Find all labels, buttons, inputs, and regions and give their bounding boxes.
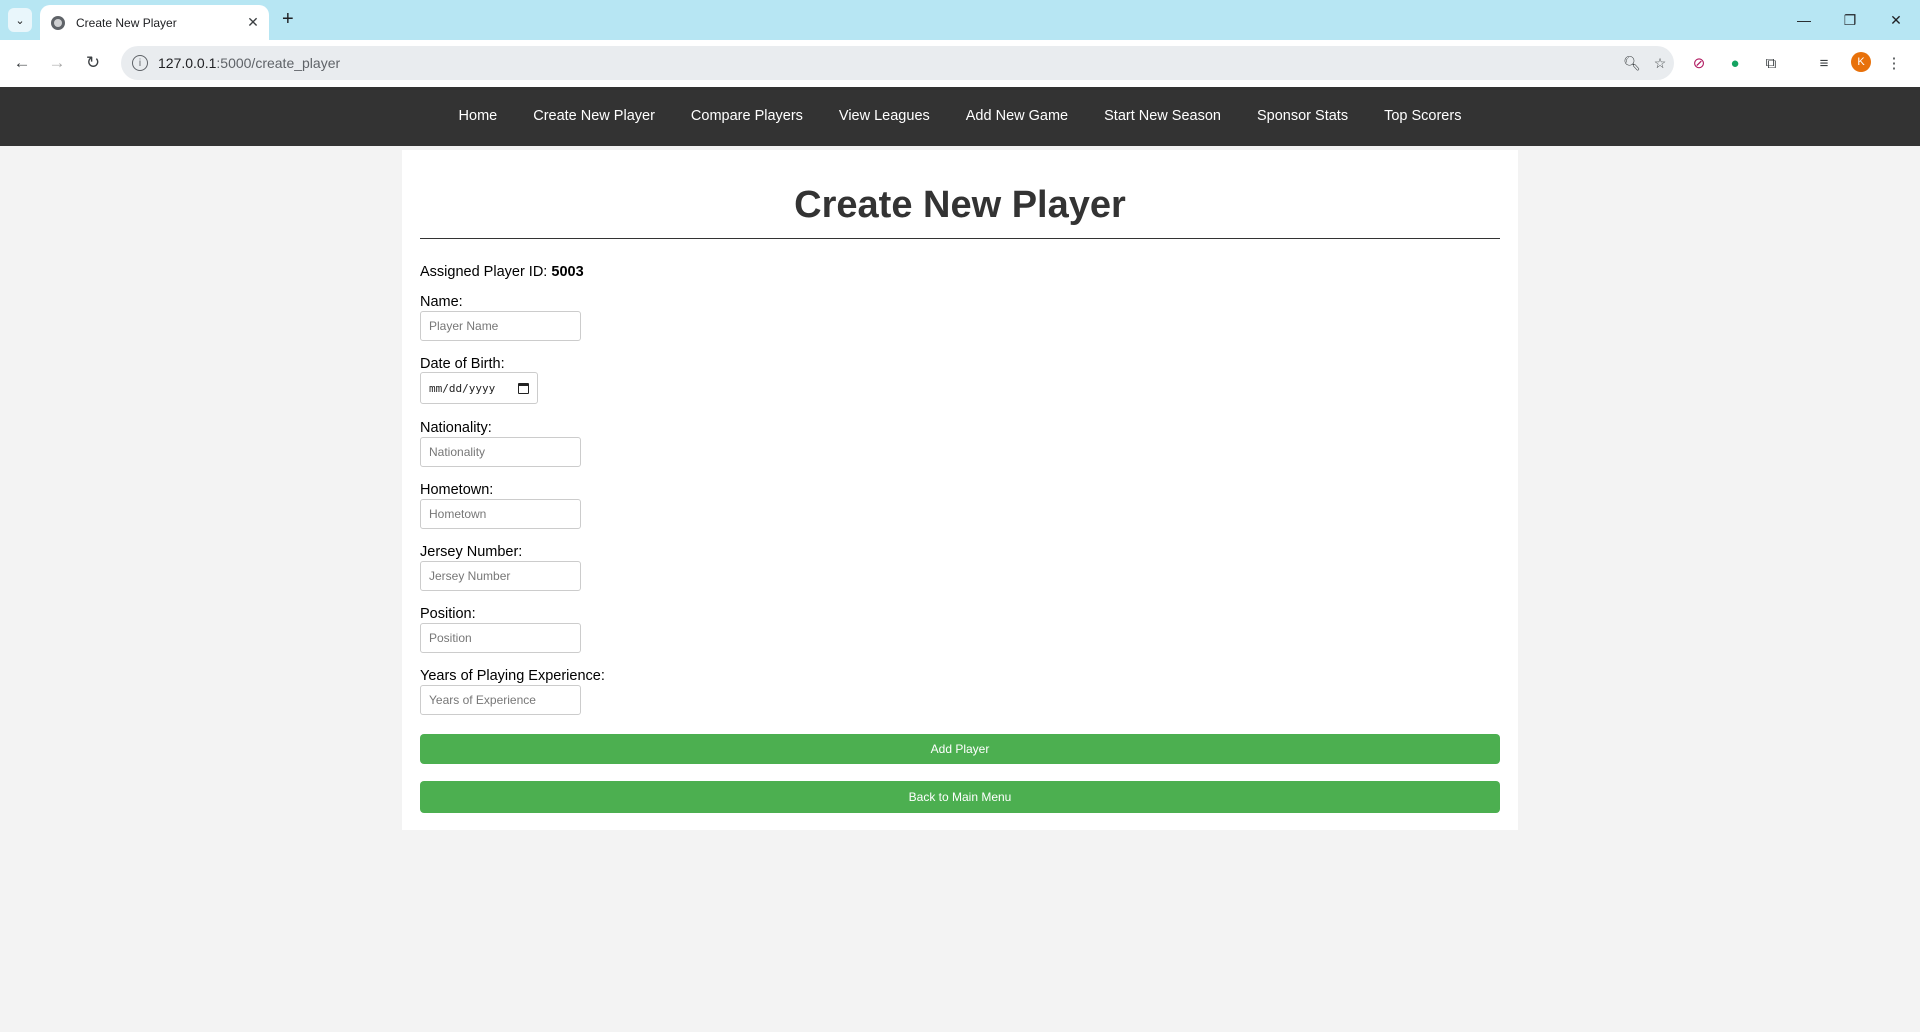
nav-start-new-season[interactable]: Start New Season [1086, 87, 1239, 146]
nav-view-leagues[interactable]: View Leagues [821, 87, 948, 146]
tab-title: Create New Player [76, 15, 177, 30]
grammarly-extension-icon[interactable]: ● [1724, 52, 1746, 74]
browser-toolbar: ← → ↻ i 127.0.0.1:5000/create_player 🔍︎ … [0, 40, 1920, 88]
extensions-puzzle-icon[interactable]: ⧉ [1760, 52, 1782, 74]
reload-icon[interactable]: ↻ [82, 52, 104, 74]
page-title: Create New Player [794, 184, 1126, 226]
tab-list-chevron-icon[interactable]: ⌄ [8, 8, 32, 32]
new-tab-icon[interactable]: + [282, 9, 294, 29]
experience-field[interactable] [420, 685, 581, 715]
globe-icon [51, 15, 65, 30]
nationality-field[interactable] [420, 437, 581, 467]
nav-compare-players[interactable]: Compare Players [673, 87, 821, 146]
assigned-player-id: Assigned Player ID: 5003 [420, 264, 584, 280]
dob-placeholder: mm/dd/yyyy [429, 381, 496, 395]
dob-field[interactable]: mm/dd/yyyy [420, 372, 538, 404]
form-container: Create New Player Assigned Player ID: 50… [402, 150, 1518, 830]
jersey-number-label: Jersey Number: [420, 544, 523, 560]
assigned-id-label: Assigned Player ID: [420, 264, 548, 280]
jersey-number-field[interactable] [420, 561, 581, 591]
blocker-extension-icon[interactable]: ⊘ [1688, 52, 1710, 74]
nav-sponsor-stats[interactable]: Sponsor Stats [1239, 87, 1366, 146]
profile-avatar[interactable]: K [1851, 52, 1871, 72]
nav-add-new-game[interactable]: Add New Game [948, 87, 1086, 146]
nationality-label: Nationality: [420, 420, 492, 436]
back-arrow-icon[interactable]: ← [11, 52, 33, 74]
bookmark-star-icon[interactable]: ☆ [1646, 55, 1674, 72]
assigned-id-value: 5003 [551, 264, 584, 280]
url-path: :5000/create_player [216, 55, 341, 71]
title-divider [420, 238, 1500, 239]
position-label: Position: [420, 606, 476, 622]
nav-top-scorers[interactable]: Top Scorers [1366, 87, 1479, 146]
add-player-button[interactable]: Add Player [420, 734, 1500, 764]
minimize-icon[interactable]: — [1780, 0, 1828, 40]
nav-create-new-player[interactable]: Create New Player [515, 87, 673, 146]
calendar-icon[interactable] [518, 382, 529, 394]
restore-icon[interactable]: ❐ [1826, 0, 1874, 40]
browser-menu-icon[interactable]: ⋮ [1883, 52, 1905, 74]
name-label: Name: [420, 294, 463, 310]
forward-arrow-icon[interactable]: → [46, 52, 68, 74]
url-host: 127.0.0.1 [158, 55, 217, 71]
address-bar[interactable]: i 127.0.0.1:5000/create_player 🔍︎ ☆ [121, 46, 1674, 80]
media-control-icon[interactable]: ≡ [1813, 52, 1835, 74]
zoom-icon[interactable]: 🔍︎ [1618, 55, 1646, 72]
site-info-icon[interactable]: i [132, 55, 148, 71]
experience-label: Years of Playing Experience: [420, 668, 605, 684]
url-text[interactable]: 127.0.0.1:5000/create_player [158, 55, 1618, 71]
name-field[interactable] [420, 311, 581, 341]
close-tab-icon[interactable]: ✕ [243, 14, 263, 31]
site-navbar: Home Create New Player Compare Players V… [0, 87, 1920, 146]
browser-tab[interactable]: Create New Player ✕ [40, 5, 269, 40]
window-close-icon[interactable]: ✕ [1872, 0, 1920, 40]
nav-home[interactable]: Home [441, 87, 516, 146]
hometown-label: Hometown: [420, 482, 494, 498]
hometown-field[interactable] [420, 499, 581, 529]
browser-tab-strip: ⌄ Create New Player ✕ + — ❐ ✕ [0, 0, 1920, 40]
position-field[interactable] [420, 623, 581, 653]
dob-label: Date of Birth: [420, 356, 505, 372]
back-to-main-menu-button[interactable]: Back to Main Menu [420, 781, 1500, 813]
